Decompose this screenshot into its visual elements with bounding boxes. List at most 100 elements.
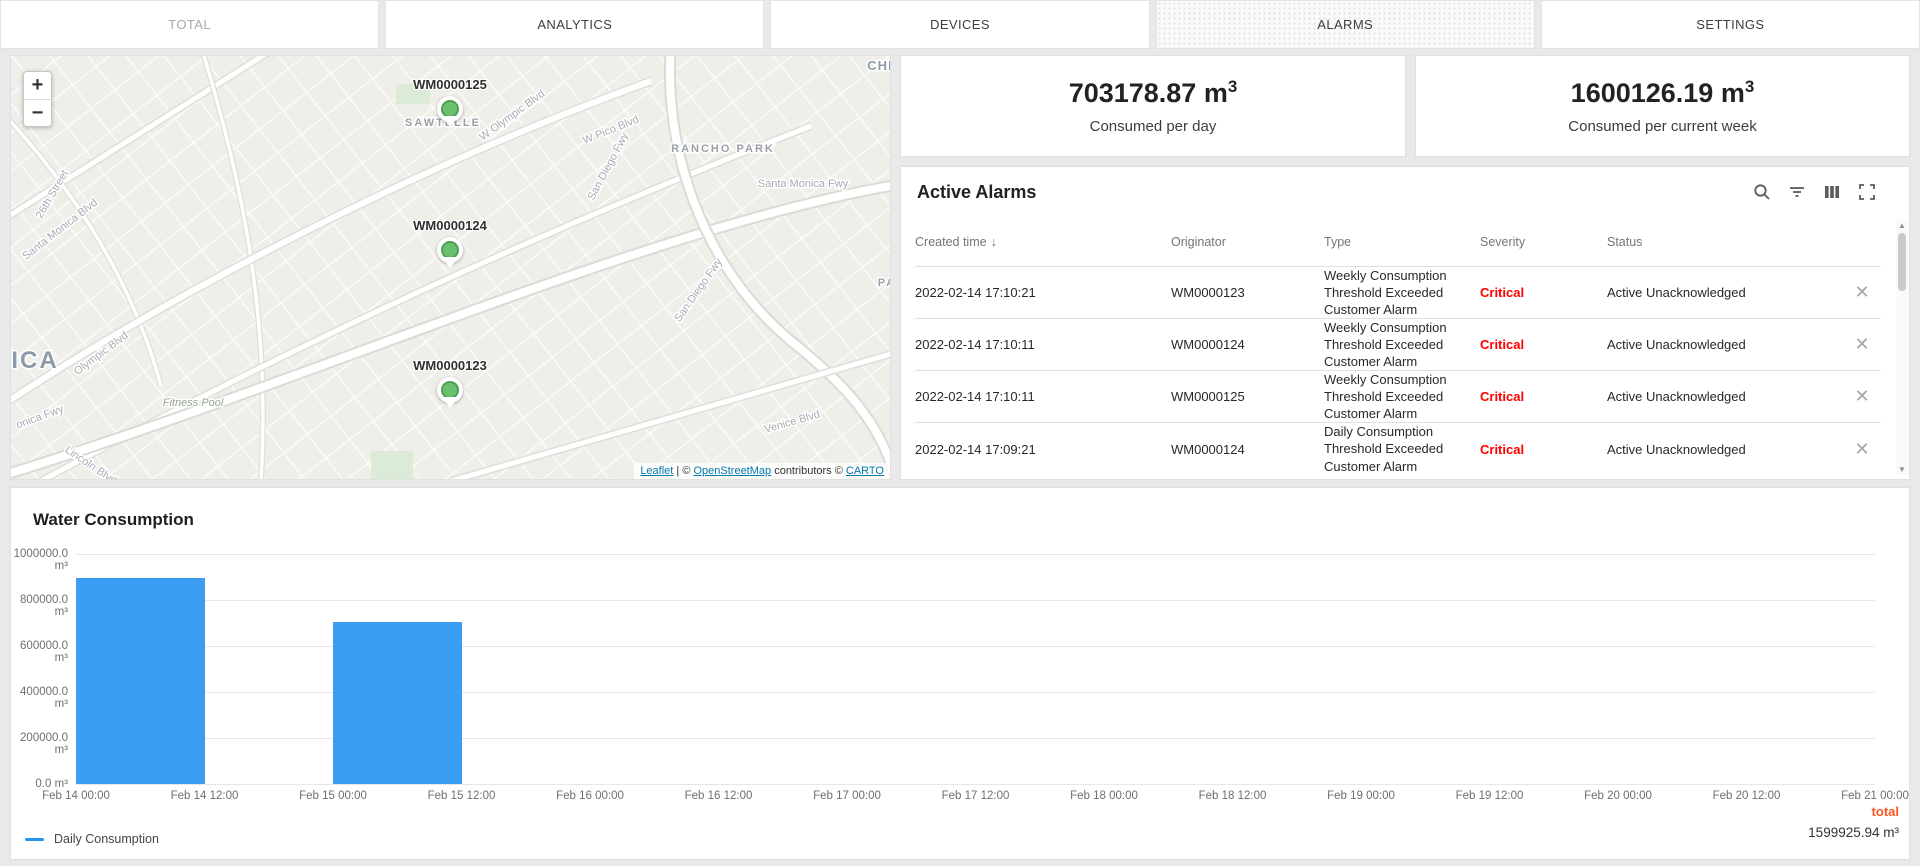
column-label: Severity	[1480, 235, 1525, 249]
map-widget[interactable]: CHI SAWTELLE RANCHO PARK PA ICA Santa Mo…	[10, 55, 891, 480]
x-axis-tick: Feb 15 12:00	[428, 790, 496, 802]
tab-settings[interactable]: SETTINGS	[1541, 0, 1920, 49]
alarms-header: Active Alarms	[901, 167, 1909, 217]
map-label-ica: ICA	[11, 347, 58, 374]
column-header-originator[interactable]: Originator	[1171, 235, 1324, 249]
alarm-status: Active Unacknowledged	[1607, 337, 1832, 352]
clear-alarm-icon[interactable]: ✕	[1854, 439, 1869, 460]
alarm-originator: WM0000123	[1171, 285, 1324, 300]
dashboard: TOTAL ANALYTICS DEVICES ALARMS SETTINGS	[0, 0, 1920, 866]
consumed-per-week-caption: Consumed per current week	[1568, 118, 1756, 135]
alarm-originator: WM0000124	[1171, 442, 1324, 457]
map-marker-wm0000124[interactable]: WM0000124	[437, 237, 463, 263]
alarm-status: Active Unacknowledged	[1607, 285, 1832, 300]
sort-descending-icon: ↓	[991, 234, 998, 249]
map-label-santa-monica-fwy: Santa Monica Fwy	[758, 178, 849, 190]
map-marker-label: WM0000125	[413, 77, 487, 92]
alarm-row[interactable]: 2022-02-14 17:10:11 WM0000124 Weekly Con…	[915, 319, 1881, 371]
alarm-type: Weekly Consumption Threshold Exceeded Cu…	[1324, 267, 1480, 318]
filter-icon[interactable]	[1787, 182, 1807, 202]
map-pin-icon	[437, 237, 463, 263]
tab-alarms[interactable]: ALARMS	[1156, 0, 1535, 49]
fullscreen-icon[interactable]	[1857, 182, 1877, 202]
x-axis-tick: Feb 17 12:00	[942, 790, 1010, 802]
map-marker-wm0000123[interactable]: WM0000123	[437, 377, 463, 403]
column-header-status[interactable]: Status	[1607, 235, 1832, 249]
alarm-created-time: 2022-02-14 17:10:21	[915, 285, 1171, 300]
map-marker-label: WM0000124	[413, 218, 487, 233]
alarm-severity: Critical	[1480, 389, 1607, 404]
legend-series-color-line	[25, 838, 44, 841]
x-axis: Feb 14 00:00 Feb 14 12:00 Feb 15 00:00 F…	[76, 790, 1875, 806]
tab-devices[interactable]: DEVICES	[770, 0, 1149, 49]
alarm-severity: Critical	[1480, 285, 1607, 300]
x-axis-tick: Feb 16 00:00	[556, 790, 624, 802]
carto-link[interactable]: CARTO	[846, 465, 884, 477]
alarms-toolbar	[1752, 182, 1877, 202]
column-header-created-time[interactable]: Created time↓	[915, 234, 1171, 249]
alarm-severity: Critical	[1480, 337, 1607, 352]
attribution-contributors: contributors ©	[771, 465, 846, 477]
map-park-patch	[371, 451, 413, 479]
map-zoom-out-button[interactable]: −	[24, 99, 51, 126]
alarm-type: Daily Consumption Threshold Exceeded Cus…	[1324, 423, 1480, 474]
x-axis-tick: Feb 19 00:00	[1327, 790, 1395, 802]
consumed-per-day-card: 703178.87 m3 Consumed per day	[900, 55, 1406, 157]
y-axis-tick: 200000.0 m³	[6, 732, 68, 756]
active-alarms-widget: Active Alarms Created time↓ Originat	[900, 166, 1910, 480]
x-axis-tick: Feb 20 12:00	[1713, 790, 1781, 802]
alarm-status: Active Unacknowledged	[1607, 442, 1832, 457]
scroll-down-icon[interactable]: ▼	[1896, 463, 1908, 475]
water-consumption-widget: Water Consumption 1000000.0 m³ 800000.0 …	[10, 487, 1910, 860]
map-marker-wm0000125[interactable]: WM0000125	[437, 96, 463, 122]
map-label-rancho-park: RANCHO PARK	[671, 143, 775, 155]
map-zoom-control: + −	[23, 71, 52, 127]
search-icon[interactable]	[1752, 182, 1772, 202]
tab-analytics[interactable]: ANALYTICS	[385, 0, 764, 49]
alarm-row[interactable]: 2022-02-14 17:10:11 WM0000125 Weekly Con…	[915, 371, 1881, 423]
map-label-pa: PA	[878, 277, 891, 289]
map-label-fitness-pool: Fitness Pool	[163, 397, 224, 409]
columns-icon[interactable]	[1822, 182, 1842, 202]
value-exponent: 3	[1745, 77, 1754, 96]
openstreetmap-link[interactable]: OpenStreetMap	[693, 465, 771, 477]
map-marker-label: WM0000123	[413, 358, 487, 373]
alarm-created-time: 2022-02-14 17:10:11	[915, 337, 1171, 352]
chart-total: total 1599925.94 m³	[1808, 804, 1899, 840]
chart-total-value: 1599925.94 m³	[1808, 825, 1899, 840]
x-axis-tick: Feb 14 12:00	[171, 790, 239, 802]
bar-feb-15	[333, 622, 462, 784]
scroll-up-icon[interactable]: ▲	[1896, 219, 1908, 231]
y-axis-tick: 800000.0 m³	[6, 594, 68, 618]
alarm-row[interactable]: 2022-02-14 17:09:21 WM0000124 Daily Cons…	[915, 423, 1881, 475]
y-axis-tick: 600000.0 m³	[6, 640, 68, 664]
alarm-row[interactable]: 2022-02-14 17:10:21 WM0000123 Weekly Con…	[915, 267, 1881, 319]
legend-item-daily-consumption[interactable]: Daily Consumption	[25, 832, 159, 846]
y-axis-tick: 0.0 m³	[6, 778, 68, 790]
alarm-originator: WM0000125	[1171, 389, 1324, 404]
consumed-per-day-caption: Consumed per day	[1090, 118, 1217, 135]
x-axis-tick: Feb 15 00:00	[299, 790, 367, 802]
chart-title: Water Consumption	[33, 510, 194, 530]
tab-total[interactable]: TOTAL	[0, 0, 379, 49]
alarms-scrollbar[interactable]: ▲ ▼	[1896, 219, 1908, 475]
column-header-type[interactable]: Type	[1324, 235, 1480, 249]
scrollbar-thumb[interactable]	[1898, 233, 1906, 291]
leaflet-link[interactable]: Leaflet	[640, 465, 673, 477]
map-pin-icon	[437, 96, 463, 122]
alarms-table: Created time↓ Originator Type Severity S…	[915, 217, 1881, 475]
x-axis-tick: Feb 20 00:00	[1584, 790, 1652, 802]
consumed-per-day-value: 703178.87 m3	[1069, 77, 1238, 109]
alarm-severity: Critical	[1480, 442, 1607, 457]
map-zoom-in-button[interactable]: +	[24, 72, 51, 99]
chart-plot-area: 1000000.0 m³ 800000.0 m³ 600000.0 m³ 400…	[76, 554, 1875, 784]
clear-alarm-icon[interactable]: ✕	[1854, 334, 1869, 355]
tab-bar: TOTAL ANALYTICS DEVICES ALARMS SETTINGS	[0, 0, 1920, 49]
column-header-severity[interactable]: Severity	[1480, 235, 1607, 249]
alarm-status: Active Unacknowledged	[1607, 389, 1832, 404]
clear-alarm-icon[interactable]: ✕	[1854, 282, 1869, 303]
clear-alarm-icon[interactable]: ✕	[1854, 386, 1869, 407]
map-pin-icon	[437, 377, 463, 403]
legend-series-label: Daily Consumption	[54, 832, 159, 846]
column-label: Type	[1324, 235, 1351, 249]
